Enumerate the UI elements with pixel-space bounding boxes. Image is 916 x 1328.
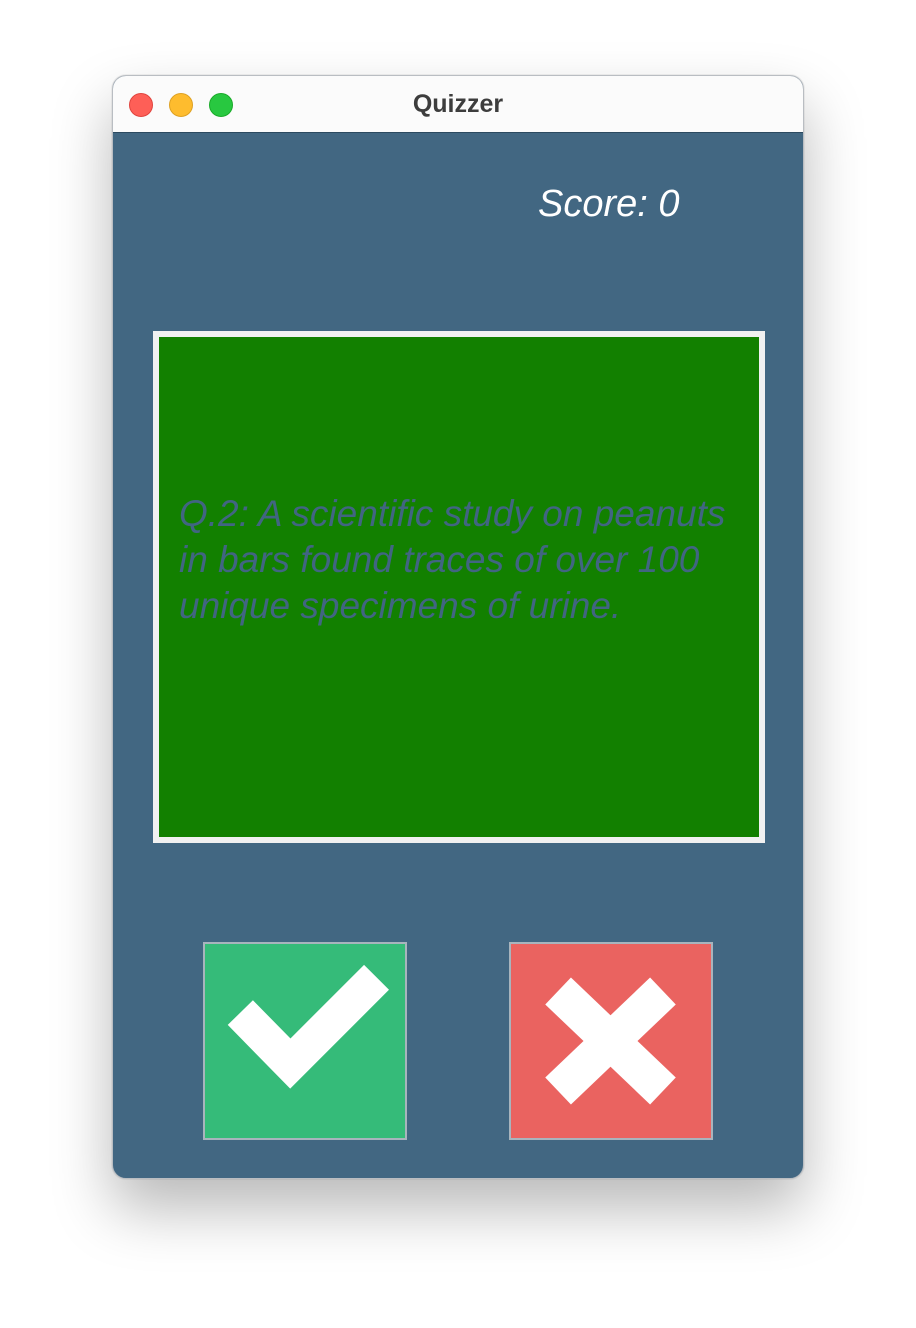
question-card: Q.2: A scientific study on peanuts in ba… <box>159 337 759 837</box>
title-bar: Quizzer <box>113 76 803 133</box>
checkmark-icon <box>227 964 389 1089</box>
window-title: Quizzer <box>412 90 504 118</box>
question-card-frame: Q.2: A scientific study on peanuts in ba… <box>153 331 765 843</box>
true-button[interactable] <box>203 942 407 1140</box>
question-text: Q.2: A scientific study on peanuts in ba… <box>179 493 726 626</box>
cross-icon <box>545 977 676 1105</box>
false-button[interactable] <box>509 942 713 1140</box>
score-label: Score: 0 <box>538 183 680 225</box>
app-window: Quizzer Score: 0 Q.2: A scientific study… <box>112 75 804 1179</box>
